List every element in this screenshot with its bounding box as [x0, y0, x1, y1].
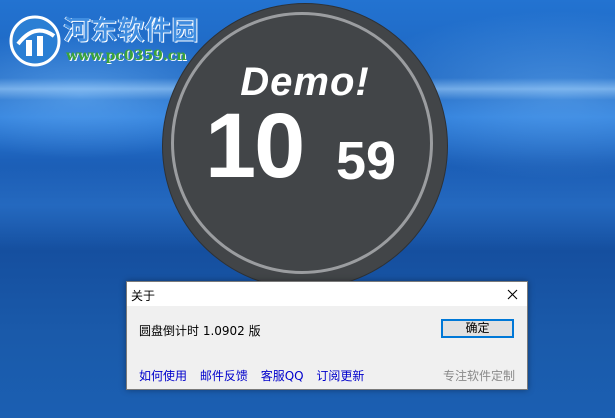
version-text: 圆盘倒计时 1.0902 版 [139, 324, 261, 338]
minutes-display: 10 [205, 95, 305, 197]
ok-button[interactable]: 确定 [441, 319, 514, 338]
about-dialog: 关于 圆盘倒计时 1.0902 版 确定 如何使用 邮件反馈 客服QQ 订阅更新… [126, 281, 528, 390]
link-how-to-use[interactable]: 如何使用 [139, 369, 187, 383]
slogan-text: 专注软件定制 [442, 369, 515, 383]
dialog-links: 如何使用 邮件反馈 客服QQ 订阅更新 [139, 367, 373, 384]
link-email-feedback[interactable]: 邮件反馈 [200, 369, 248, 383]
dialog-title: 关于 [131, 289, 156, 303]
seconds-display: 59 [336, 131, 397, 191]
watermark-site-name: 河东软件园 [64, 16, 200, 46]
link-subscribe-updates[interactable]: 订阅更新 [316, 369, 364, 383]
link-support-qq[interactable]: 客服QQ [261, 369, 304, 383]
close-icon [507, 289, 517, 299]
countdown-dial[interactable]: Demo! 10 59 [163, 4, 447, 288]
watermark-logo-icon [9, 15, 61, 67]
dialog-titlebar[interactable]: 关于 [127, 282, 527, 306]
close-button[interactable] [497, 282, 527, 306]
dialog-body: 圆盘倒计时 1.0902 版 确定 如何使用 邮件反馈 客服QQ 订阅更新 专注… [127, 306, 527, 389]
